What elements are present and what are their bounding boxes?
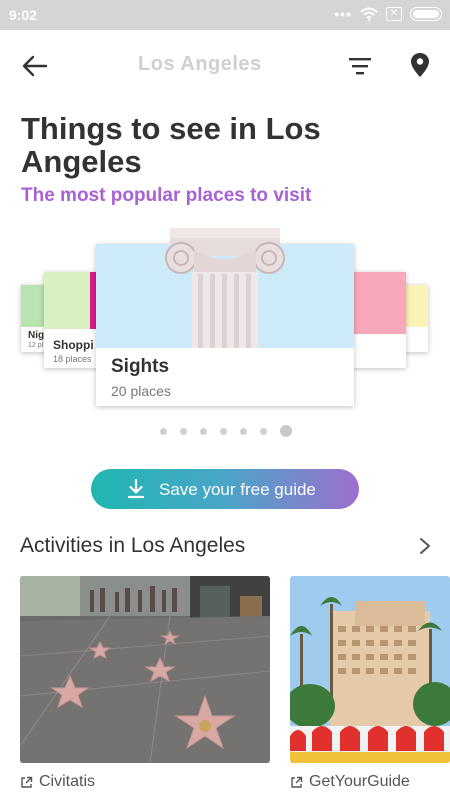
- activity-provider[interactable]: GetYourGuide: [290, 773, 410, 791]
- bus-tour-image: [290, 576, 450, 763]
- category-card-count: 18 places: [53, 354, 92, 364]
- no-sim-icon: ✕: [386, 7, 402, 21]
- download-icon: [127, 479, 145, 499]
- app-bar-title: Los Angeles: [138, 53, 262, 75]
- activity-card-walk-of-fame[interactable]: [20, 576, 270, 763]
- carousel-pager: [160, 425, 292, 437]
- category-card-sights[interactable]: Sights 20 places: [96, 228, 354, 406]
- status-icons: ••• ✕: [334, 6, 442, 22]
- map-pin-icon[interactable]: [409, 52, 431, 78]
- external-link-icon: [291, 776, 303, 788]
- activity-provider-name: GetYourGuide: [309, 773, 410, 790]
- save-guide-button[interactable]: Save your free guide: [91, 469, 359, 509]
- app-bar: Los Angeles: [0, 30, 450, 100]
- battery-icon: [410, 7, 442, 21]
- activity-provider-name: Civitatis: [39, 773, 96, 790]
- chevron-right-icon[interactable]: [418, 536, 432, 556]
- pager-dot[interactable]: [220, 427, 227, 435]
- pager-dot[interactable]: [240, 427, 247, 435]
- status-time: 9:02: [9, 7, 38, 23]
- back-arrow-icon[interactable]: [22, 54, 48, 78]
- pager-dot[interactable]: [260, 427, 267, 435]
- save-guide-label: Save your free guide: [159, 480, 316, 499]
- activity-card-bus-tour[interactable]: [290, 576, 450, 763]
- ionic-column-image: [165, 228, 285, 348]
- category-card-name: Nig: [28, 330, 45, 341]
- category-card-name: Shoppi: [53, 338, 94, 352]
- page-subtitle: The most popular places to visit: [21, 185, 312, 206]
- pager-dot[interactable]: [180, 427, 187, 435]
- category-card-name: Sights: [111, 356, 170, 377]
- category-card-count: 20 places: [111, 383, 171, 399]
- walk-of-fame-image: [20, 576, 270, 763]
- category-card-count: 12 pl: [28, 342, 44, 349]
- activity-provider[interactable]: Civitatis: [20, 773, 95, 791]
- page-title: Things to see in Los Angeles: [21, 111, 321, 179]
- more-notifications-icon: •••: [334, 6, 352, 22]
- filter-icon[interactable]: [348, 55, 372, 77]
- pager-dot[interactable]: [160, 427, 167, 435]
- pager-dot-active[interactable]: [280, 425, 292, 437]
- activities-heading: Activities in Los Angeles: [20, 534, 246, 557]
- external-link-icon: [21, 776, 33, 788]
- pager-dot[interactable]: [200, 427, 207, 435]
- wifi-icon: [360, 7, 378, 21]
- status-bar: 9:02 ••• ✕: [0, 0, 450, 30]
